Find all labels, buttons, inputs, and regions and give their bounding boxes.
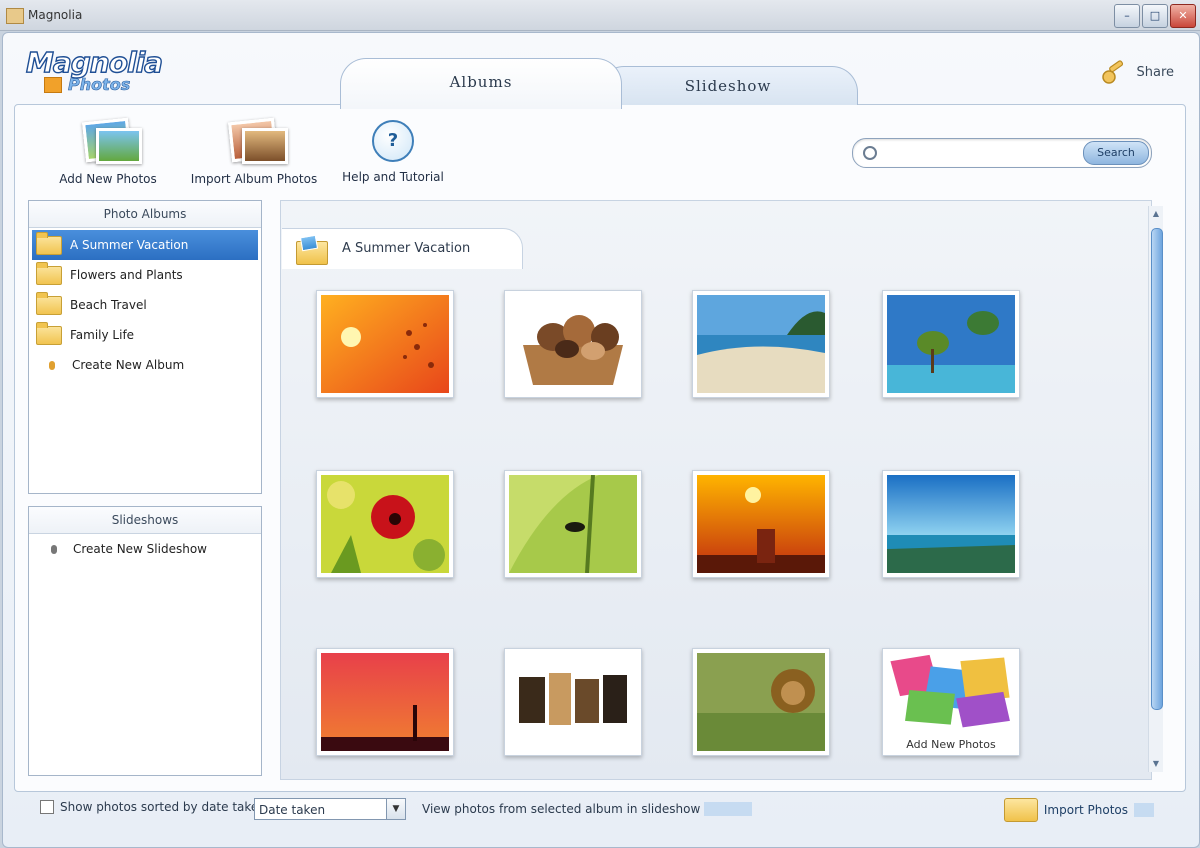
ocean-sunset-photo [321,653,449,751]
title-bar: Magnolia – □ ✕ [0,0,1200,31]
window-title: Magnolia [28,8,83,22]
maximize-button[interactable]: □ [1142,4,1168,28]
share-label: Share [1136,64,1174,80]
gallery-scrollbar[interactable]: ▲ ▼ [1148,206,1163,772]
lake-photo [887,475,1015,573]
search-icon [863,146,877,160]
photo-thumbnail[interactable] [504,470,642,578]
import-album-icon [224,117,288,164]
search-box: Search [852,138,1152,168]
scroll-down-icon[interactable]: ▼ [1152,760,1160,768]
status-bar: Show photos sorted by date taken: Date t… [14,794,1184,832]
island-photo [887,295,1015,393]
status-text: View photos from selected album in slide… [422,802,701,816]
album-label: Beach Travel [70,298,147,312]
minimize-button[interactable]: – [1114,4,1140,28]
photo-thumbnail[interactable] [504,648,642,756]
photo-thumbnail[interactable] [692,470,830,578]
photo-thumbnail[interactable] [316,648,454,756]
album-item-beach[interactable]: Beach Travel [32,290,261,320]
scroll-up-icon[interactable]: ▲ [1152,210,1160,218]
create-album-link[interactable]: Create New Album [29,350,261,380]
album-item-summer-vacation[interactable]: A Summer Vacation [32,230,258,260]
insect-photo [509,475,637,573]
create-album-label: Create New Album [72,358,185,372]
add-photos-label: Add New Photos [59,172,157,186]
tab-albums[interactable]: Albums [340,58,622,109]
help-icon: ? [372,120,414,162]
import-photos-label: Import Photos [1043,803,1128,817]
create-slideshow-link[interactable]: Create New Slideshow [29,534,261,564]
app-icon [6,8,24,24]
sort-control: Show photos sorted by date taken: [40,800,270,814]
album-label: Flowers and Plants [70,268,183,282]
photo-thumbnail[interactable] [882,470,1020,578]
album-folder-icon [296,241,328,265]
photo-thumbnail[interactable] [504,290,642,398]
album-label: Family Life [70,328,135,342]
folder-icon [36,321,62,345]
status-indicator [1134,803,1154,817]
album-label: A Summer Vacation [70,238,189,252]
gallery-album-header: A Summer Vacation [282,228,523,269]
close-button[interactable]: ✕ [1170,4,1196,28]
sort-checkbox[interactable] [40,800,54,814]
photo-thumbnail[interactable] [316,470,454,578]
add-photos-button[interactable]: Add New Photos [46,117,170,186]
search-button[interactable]: Search [1083,141,1149,165]
beach-photo [697,295,825,393]
sort-value: Date taken [259,803,326,817]
bullet-icon [49,360,55,370]
poppy-photo [321,475,449,573]
lion-photo [697,653,825,751]
logo-line-2: Photos [68,75,131,95]
album-item-family[interactable]: Family Life [32,320,261,350]
collage-photo [509,653,637,751]
add-new-photos-tile[interactable]: Add New Photos [882,648,1020,756]
import-album-button[interactable]: Import Album Photos [186,117,322,186]
photo-thumbnail[interactable] [692,648,830,756]
help-button[interactable]: ? Help and Tutorial [336,120,450,184]
folder-icon [1003,798,1038,822]
photo-thumbnail[interactable] [882,290,1020,398]
search-input[interactable] [885,143,1079,163]
slideshows-panel: Slideshows Create New Slideshow [28,506,262,776]
photo-thumbnail[interactable] [692,290,830,398]
folder-icon [36,231,62,255]
sort-select[interactable]: Date taken ▼ [254,798,406,820]
add-photos-icon [78,117,142,164]
sort-label: Show photos sorted by date taken: [60,800,270,814]
albums-panel: Photo Albums A Summer Vacation Flowers a… [28,200,262,494]
album-item-flowers[interactable]: Flowers and Plants [32,260,261,290]
photo-stack-icon [887,653,1015,729]
folder-icon [36,261,62,285]
window-controls: – □ ✕ [1114,4,1196,28]
bullet-icon [51,544,57,554]
share-link[interactable]: Share [1100,58,1174,86]
chevron-down-icon[interactable]: ▼ [386,799,405,819]
tab-slideshow[interactable]: Slideshow [598,66,858,105]
basket-photo [509,295,637,393]
albums-panel-title: Photo Albums [29,201,261,228]
folder-icon [36,291,62,315]
photo-thumbnail[interactable] [316,290,454,398]
create-slideshow-label: Create New Slideshow [73,542,207,556]
scrollbar-thumb[interactable] [1151,228,1163,710]
import-album-label: Import Album Photos [190,172,318,186]
desert-sunset-photo [697,475,825,573]
slideshows-panel-title: Slideshows [29,507,261,534]
gallery-title: A Summer Vacation [342,241,471,256]
help-label: Help and Tutorial [342,170,444,184]
key-icon [1102,60,1124,84]
sunset-photo [321,295,449,393]
add-new-photos-caption: Add New Photos [906,738,996,751]
logo-square-icon [44,76,62,93]
import-photos-button[interactable]: Import Photos [1003,798,1154,822]
app-logo: Magnolia Photos [25,45,163,95]
status-progress-indicator [704,802,752,816]
